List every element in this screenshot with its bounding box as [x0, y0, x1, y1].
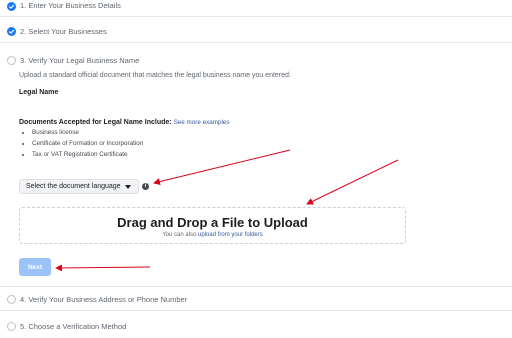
check-circle-icon — [7, 27, 16, 36]
next-button[interactable]: Next — [19, 258, 51, 276]
document-language-select[interactable]: Select the document language — [19, 179, 139, 194]
document-language-select-label: Select the document language — [26, 183, 121, 190]
list-item: Tax or VAT Registration Certificate — [32, 151, 143, 159]
list-item: Business license — [32, 129, 143, 137]
list-item: Certificate of Formation or Incorporatio… — [32, 140, 143, 148]
file-dropzone[interactable]: Drag and Drop a File to Upload You can a… — [19, 207, 406, 244]
docs-accepted-line: Documents Accepted for Legal Name Includ… — [19, 119, 230, 126]
info-icon[interactable]: i — [142, 183, 149, 190]
docs-accepted-label: Documents Accepted for Legal Name Includ… — [19, 119, 172, 126]
step-1-label: 1. Enter Your Business Details — [20, 1, 121, 10]
caret-down-icon — [125, 185, 131, 189]
step-4-row[interactable]: 4. Verify Your Business Address or Phone… — [0, 287, 512, 311]
check-circle-icon — [7, 2, 16, 11]
accepted-docs-list: Business license Certificate of Formatio… — [24, 129, 143, 162]
step-3-panel: 3. Verify Your Legal Business Name — [0, 43, 512, 287]
step-pending-circle-icon — [7, 295, 16, 304]
legal-name-label: Legal Name — [19, 89, 59, 96]
step-2-label: 2. Select Your Businesses — [20, 27, 107, 36]
step-pending-circle-icon — [7, 322, 16, 331]
upload-from-folders-link[interactable]: upload from your folders — [198, 232, 263, 238]
step-pending-circle-icon — [7, 56, 16, 65]
see-more-examples-link[interactable]: See more examples — [174, 119, 230, 126]
step-2-row[interactable]: 2. Select Your Businesses — [0, 19, 512, 43]
step-1-row[interactable]: 1. Enter Your Business Details — [0, 0, 512, 17]
instructions-text: Upload a standard official document that… — [19, 72, 291, 79]
step-3-label: 3. Verify Your Legal Business Name — [20, 56, 140, 65]
dropzone-subtext-prefix: You can also — [162, 232, 197, 238]
step-5-row[interactable]: 5. Choose a Verification Method — [0, 314, 512, 338]
step-5-label: 5. Choose a Verification Method — [20, 322, 127, 331]
step-4-label: 4. Verify Your Business Address or Phone… — [20, 295, 188, 304]
dropzone-subtext: You can also upload from your folders — [20, 232, 405, 238]
dropzone-title: Drag and Drop a File to Upload — [117, 215, 308, 230]
